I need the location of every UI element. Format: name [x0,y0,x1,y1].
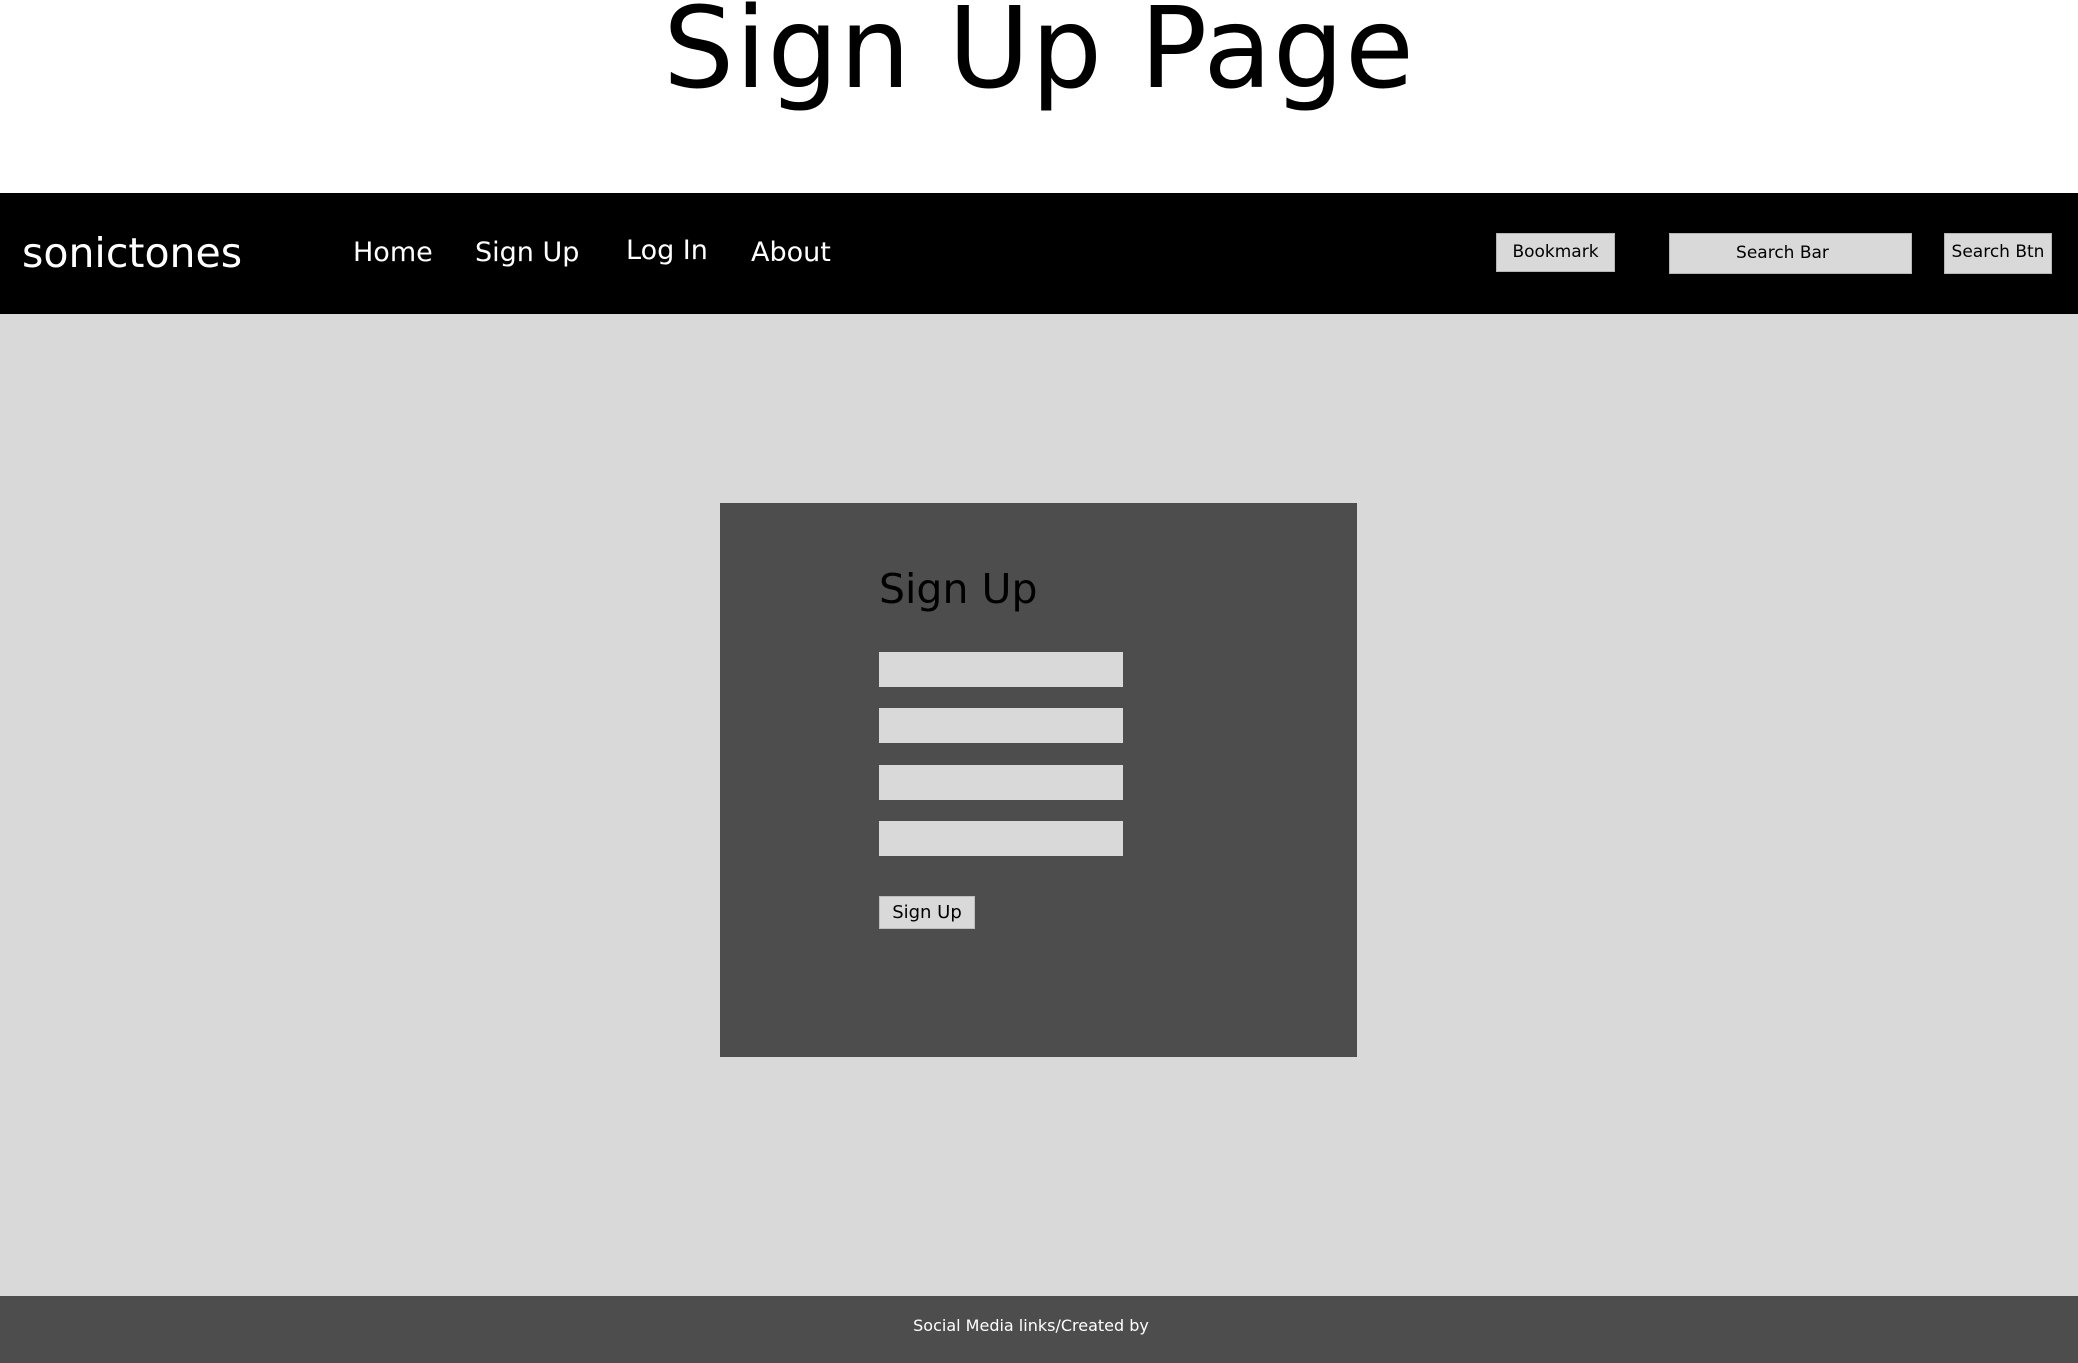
nav-link-home[interactable]: Home [353,236,433,270]
signup-title: Sign Up [879,565,1038,613]
top-navbar: sonictones Home Sign Up Log In About Boo… [0,193,2078,314]
nav-link-log-in[interactable]: Log In [626,234,708,268]
page-heading-area: Sign Up Page [0,0,2078,193]
sign-up-button[interactable]: Sign Up [879,896,975,929]
footer: Social Media links/Created by [0,1296,2078,1363]
brand-logo[interactable]: sonictones [22,228,242,278]
search-input[interactable]: Search Bar [1669,233,1912,274]
nav-link-about[interactable]: About [751,236,831,270]
bookmark-button[interactable]: Bookmark [1496,233,1615,272]
main-content: Sign Up Sign Up [0,314,2078,1296]
signup-field-4[interactable] [879,821,1123,856]
signup-card: Sign Up Sign Up [720,503,1357,1057]
page-title: Sign Up Page [663,0,1415,114]
signup-field-2[interactable] [879,708,1123,743]
nav-link-sign-up[interactable]: Sign Up [475,236,579,270]
signup-field-1[interactable] [879,652,1123,687]
signup-field-3[interactable] [879,765,1123,800]
footer-text: Social Media links/Created by [913,1316,1149,1335]
search-button[interactable]: Search Btn [1944,233,2052,274]
